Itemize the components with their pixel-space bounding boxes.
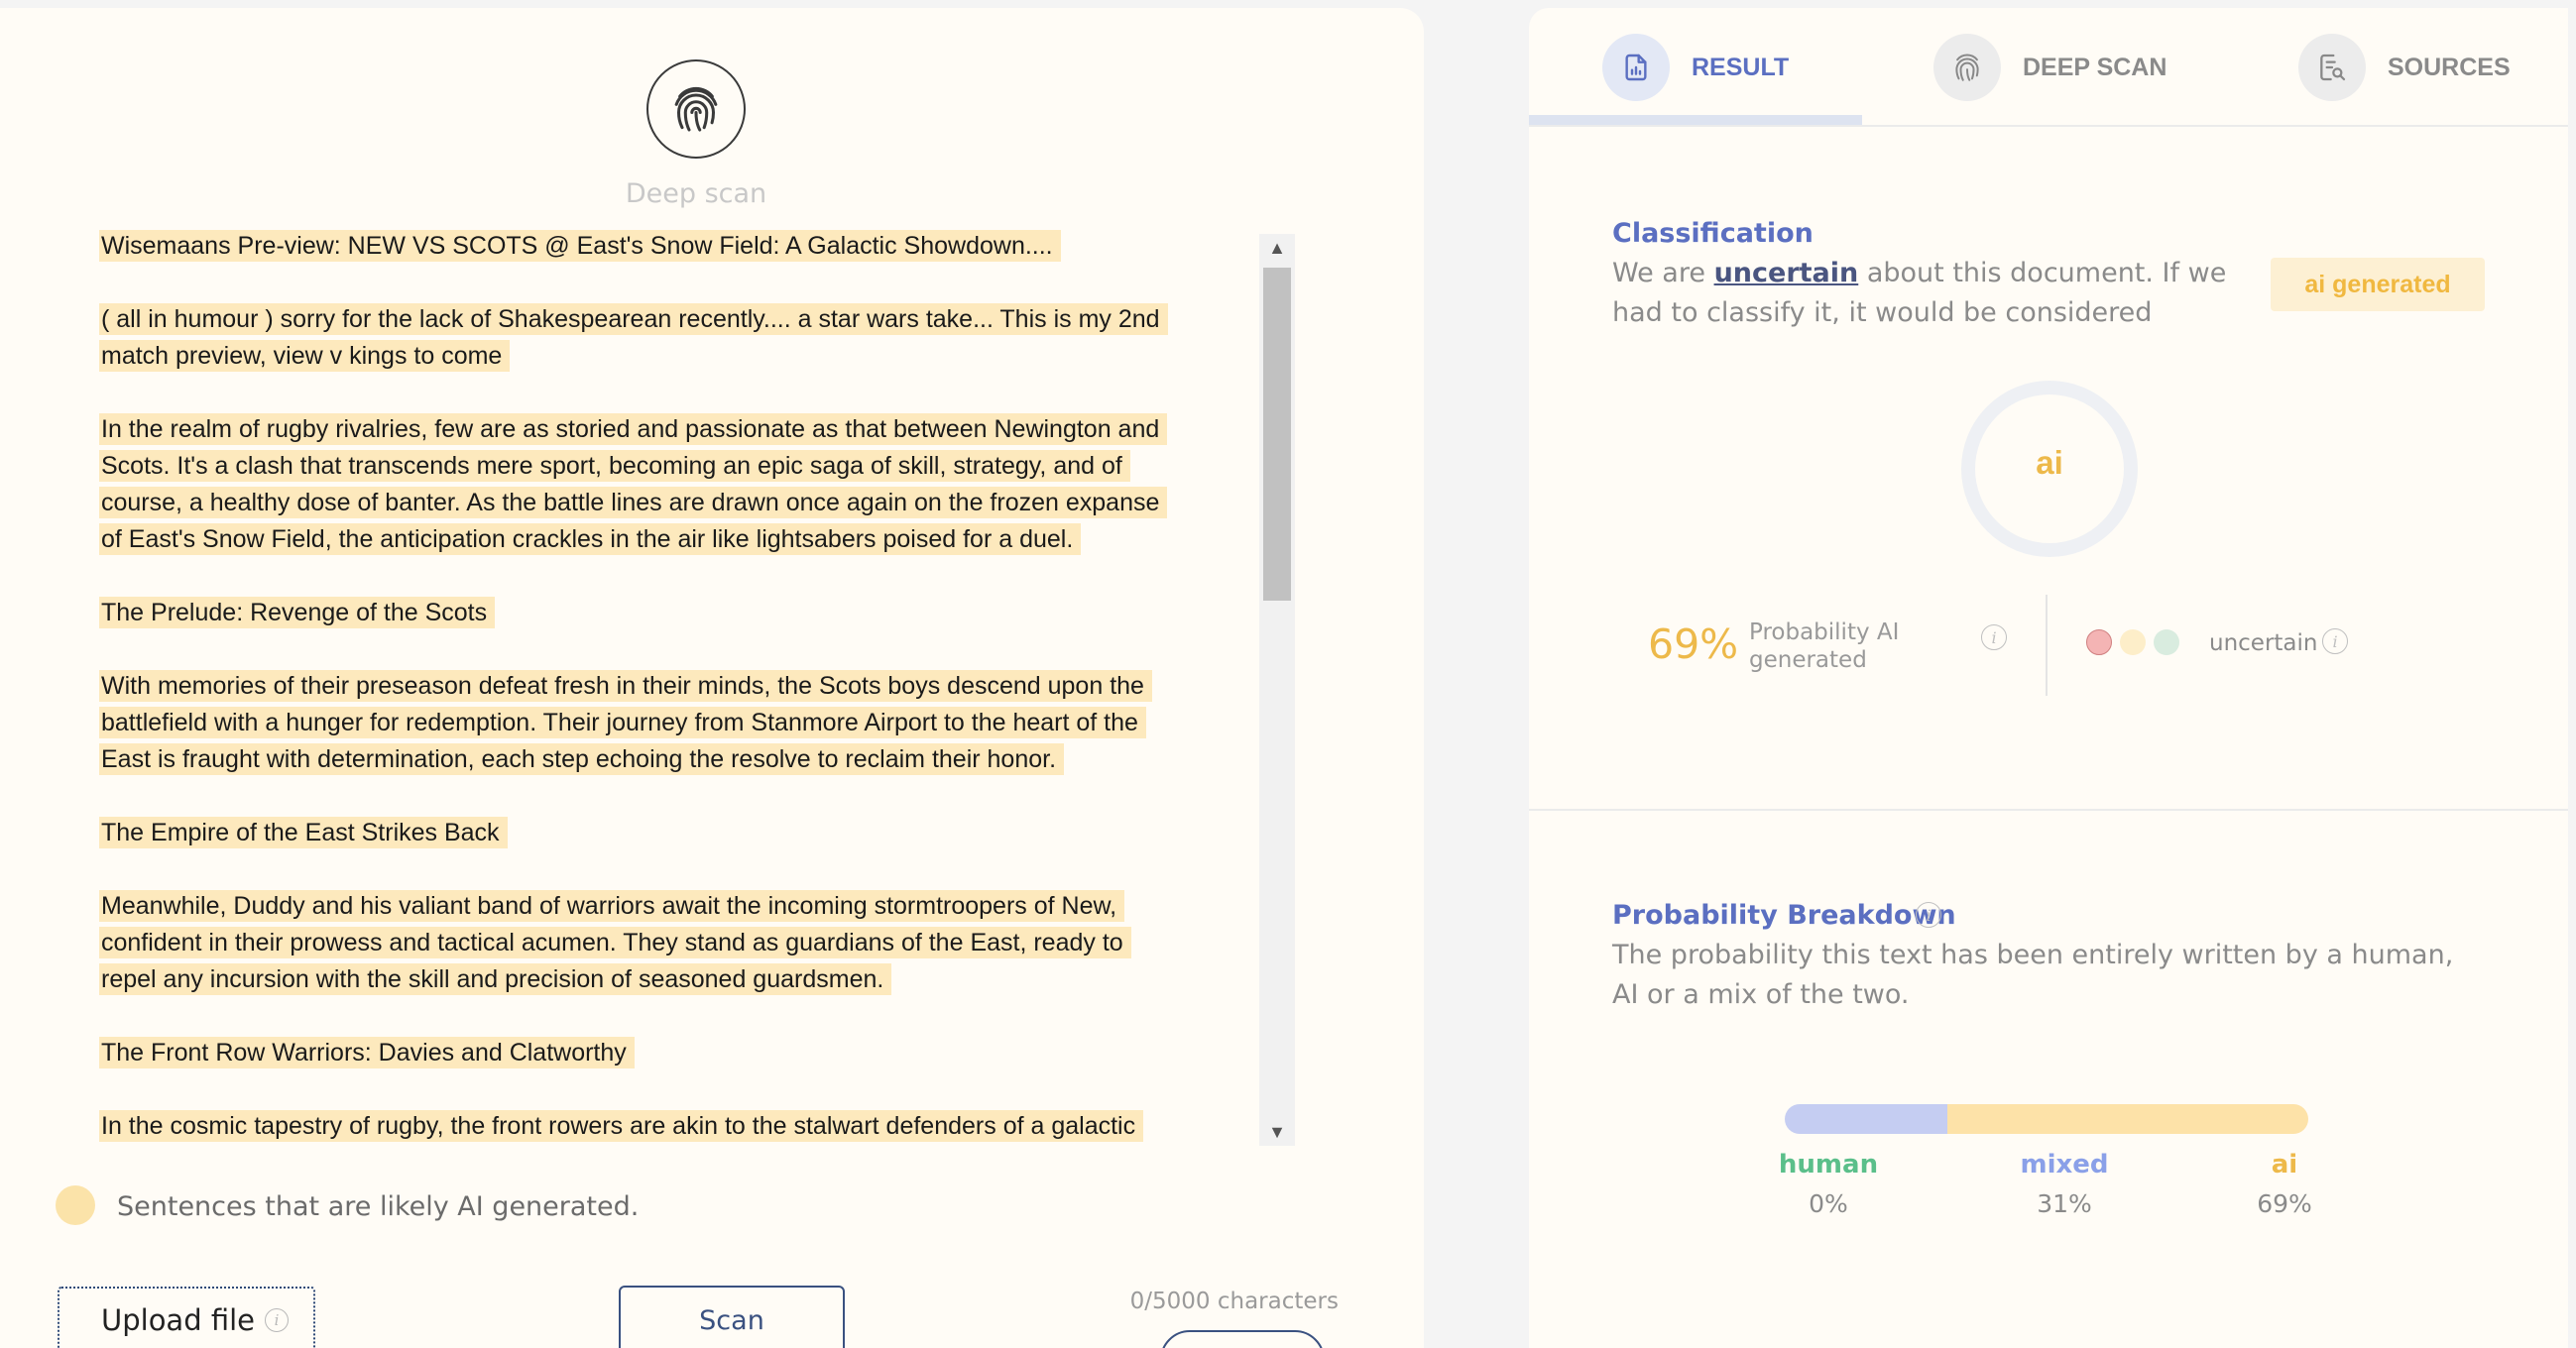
ai-highlighted-sentence: repel any incursion with the skill and p…: [99, 963, 892, 995]
donut-label: ai: [2036, 444, 2063, 481]
text-scrollbar[interactable]: ▲ ▼: [1259, 234, 1295, 1146]
document-chart-icon: [1602, 34, 1670, 101]
scroll-down-arrow-icon[interactable]: ▼: [1259, 1118, 1295, 1146]
tab-deep-scan-label: DEEP SCAN: [2023, 53, 2167, 81]
breakdown-description: The probability this text has been entir…: [1612, 940, 2454, 1010]
probability-bar: [1785, 1104, 2308, 1134]
deep-scan-button[interactable]: [646, 59, 746, 159]
text-paragraph: Wisemaans Pre-view: NEW VS SCOTS @ East'…: [99, 228, 1259, 265]
status-dot-yellow-icon: [2120, 629, 2146, 655]
ai-highlighted-sentence: ( all in humour ) sorry for the lack of …: [99, 303, 1168, 335]
info-icon[interactable]: i: [2322, 628, 2348, 654]
ai-highlighted-sentence: The Front Row Warriors: Davies and Clatw…: [99, 1037, 635, 1068]
character-count: 0/5000 characters: [1129, 1289, 1339, 1314]
scan-button[interactable]: Scan: [619, 1286, 845, 1348]
text-paragraph: The Prelude: Revenge of the Scots: [99, 595, 1259, 631]
text-paragraph: With memories of their preseason defeat …: [99, 668, 1259, 778]
active-tab-indicator: [1529, 115, 1862, 125]
text-paragraph: ( all in humour ) sorry for the lack of …: [99, 301, 1259, 375]
upload-file-label: Upload file: [101, 1303, 255, 1337]
scanned-text-area[interactable]: Wisemaans Pre-view: NEW VS SCOTS @ East'…: [99, 228, 1259, 1150]
ai-probability-label: Probability AI generated: [1749, 619, 1900, 673]
scroll-up-arrow-icon[interactable]: ▲: [1259, 234, 1295, 262]
results-tabs: RESULT DEEP SCAN SOURCES: [1529, 8, 2568, 127]
fingerprint-icon: [674, 86, 718, 132]
human-label: human: [1778, 1150, 1879, 1180]
deep-scan-label: Deep scan: [625, 178, 767, 209]
ai-highlighted-sentence: East is fraught with determination, each…: [99, 743, 1065, 775]
upload-file-button[interactable]: Upload file i: [58, 1287, 315, 1348]
tab-sources[interactable]: SOURCES: [2298, 28, 2511, 107]
text-paragraph: In the cosmic tapestry of rugby, the fro…: [99, 1108, 1259, 1145]
ai-highlighted-sentence: Wisemaans Pre-view: NEW VS SCOTS @ East'…: [99, 230, 1061, 262]
info-icon[interactable]: i: [265, 1308, 289, 1332]
tab-result[interactable]: RESULT: [1602, 28, 1789, 107]
text-paragraph: In the realm of rugby rivalries, few are…: [99, 411, 1259, 558]
classification-section: Classification We are uncertain about th…: [1529, 127, 2568, 811]
ai-highlighted-sentence: match preview, view v kings to come: [99, 340, 511, 372]
ai-sentence-legend-dot: [56, 1185, 95, 1225]
certainty-label: uncertain: [2209, 630, 2318, 656]
status-dot-green-icon: [2154, 629, 2179, 655]
bar-segment-ai: [1946, 1104, 2308, 1134]
ai-highlighted-sentence: With memories of their preseason defeat …: [99, 670, 1152, 702]
classification-description: We are uncertain about this document. If…: [1612, 254, 2247, 333]
human-value: 0%: [1809, 1189, 1848, 1218]
info-icon[interactable]: i: [1916, 902, 1941, 928]
ai-highlighted-sentence: In the cosmic tapestry of rugby, the fro…: [99, 1110, 1144, 1142]
mixed-label: mixed: [2020, 1150, 2109, 1180]
input-panel: Deep scan Wisemaans Pre-view: NEW VS SCO…: [0, 8, 1424, 1348]
status-dot-red-icon: [2086, 629, 2112, 655]
ai-probability-value: 69%: [1648, 620, 1739, 668]
text-paragraph: The Front Row Warriors: Davies and Clatw…: [99, 1035, 1259, 1071]
ai-label: ai: [2271, 1150, 2298, 1180]
scroll-thumb[interactable]: [1263, 268, 1291, 601]
fingerprint-icon: [1933, 34, 2001, 101]
classification-desc-prefix: We are: [1612, 258, 1714, 288]
upgrade-button[interactable]: UPGRADE: [1160, 1330, 1325, 1348]
tab-result-label: RESULT: [1692, 53, 1790, 81]
ai-highlighted-sentence: Scots. It's a clash that transcends mere…: [99, 450, 1130, 482]
classification-badge: ai generated: [2271, 258, 2485, 311]
divider: [2046, 595, 2048, 696]
classification-title: Classification: [1612, 218, 1814, 249]
probability-breakdown-section: Probability Breakdown i The probability …: [1529, 813, 2568, 1348]
ai-highlighted-sentence: battlefield with a hunger for redemption…: [99, 707, 1146, 738]
breakdown-title: Probability Breakdown: [1612, 900, 1956, 931]
mixed-value: 31%: [2037, 1189, 2092, 1218]
ai-highlighted-sentence: confident in their prowess and tactical …: [99, 927, 1131, 958]
results-panel: RESULT DEEP SCAN SOURCES Classification …: [1529, 8, 2568, 1348]
ai-highlighted-sentence: The Empire of the East Strikes Back: [99, 817, 508, 848]
ai-highlighted-sentence: The Prelude: Revenge of the Scots: [99, 597, 496, 628]
ai-highlighted-sentence: Meanwhile, Duddy and his valiant band of…: [99, 890, 1125, 922]
bar-segment-mixed: [1785, 1104, 1947, 1134]
text-paragraph: The Empire of the East Strikes Back: [99, 815, 1259, 851]
tab-sources-label: SOURCES: [2388, 53, 2511, 81]
tab-deep-scan[interactable]: DEEP SCAN: [1933, 28, 2166, 107]
text-paragraph: Meanwhile, Duddy and his valiant band of…: [99, 888, 1259, 998]
ai-value: 69%: [2257, 1189, 2312, 1218]
ai-highlighted-sentence: course, a healthy dose of banter. As the…: [99, 487, 1168, 518]
ai-sentence-legend-text: Sentences that are likely AI generated.: [117, 1191, 640, 1222]
uncertain-link[interactable]: uncertain: [1714, 258, 1859, 288]
ai-highlighted-sentence: of East's Snow Field, the anticipation c…: [99, 523, 1082, 555]
info-icon[interactable]: i: [1981, 624, 2007, 650]
document-search-icon: [2298, 34, 2366, 101]
ai-highlighted-sentence: In the realm of rugby rivalries, few are…: [99, 413, 1168, 445]
